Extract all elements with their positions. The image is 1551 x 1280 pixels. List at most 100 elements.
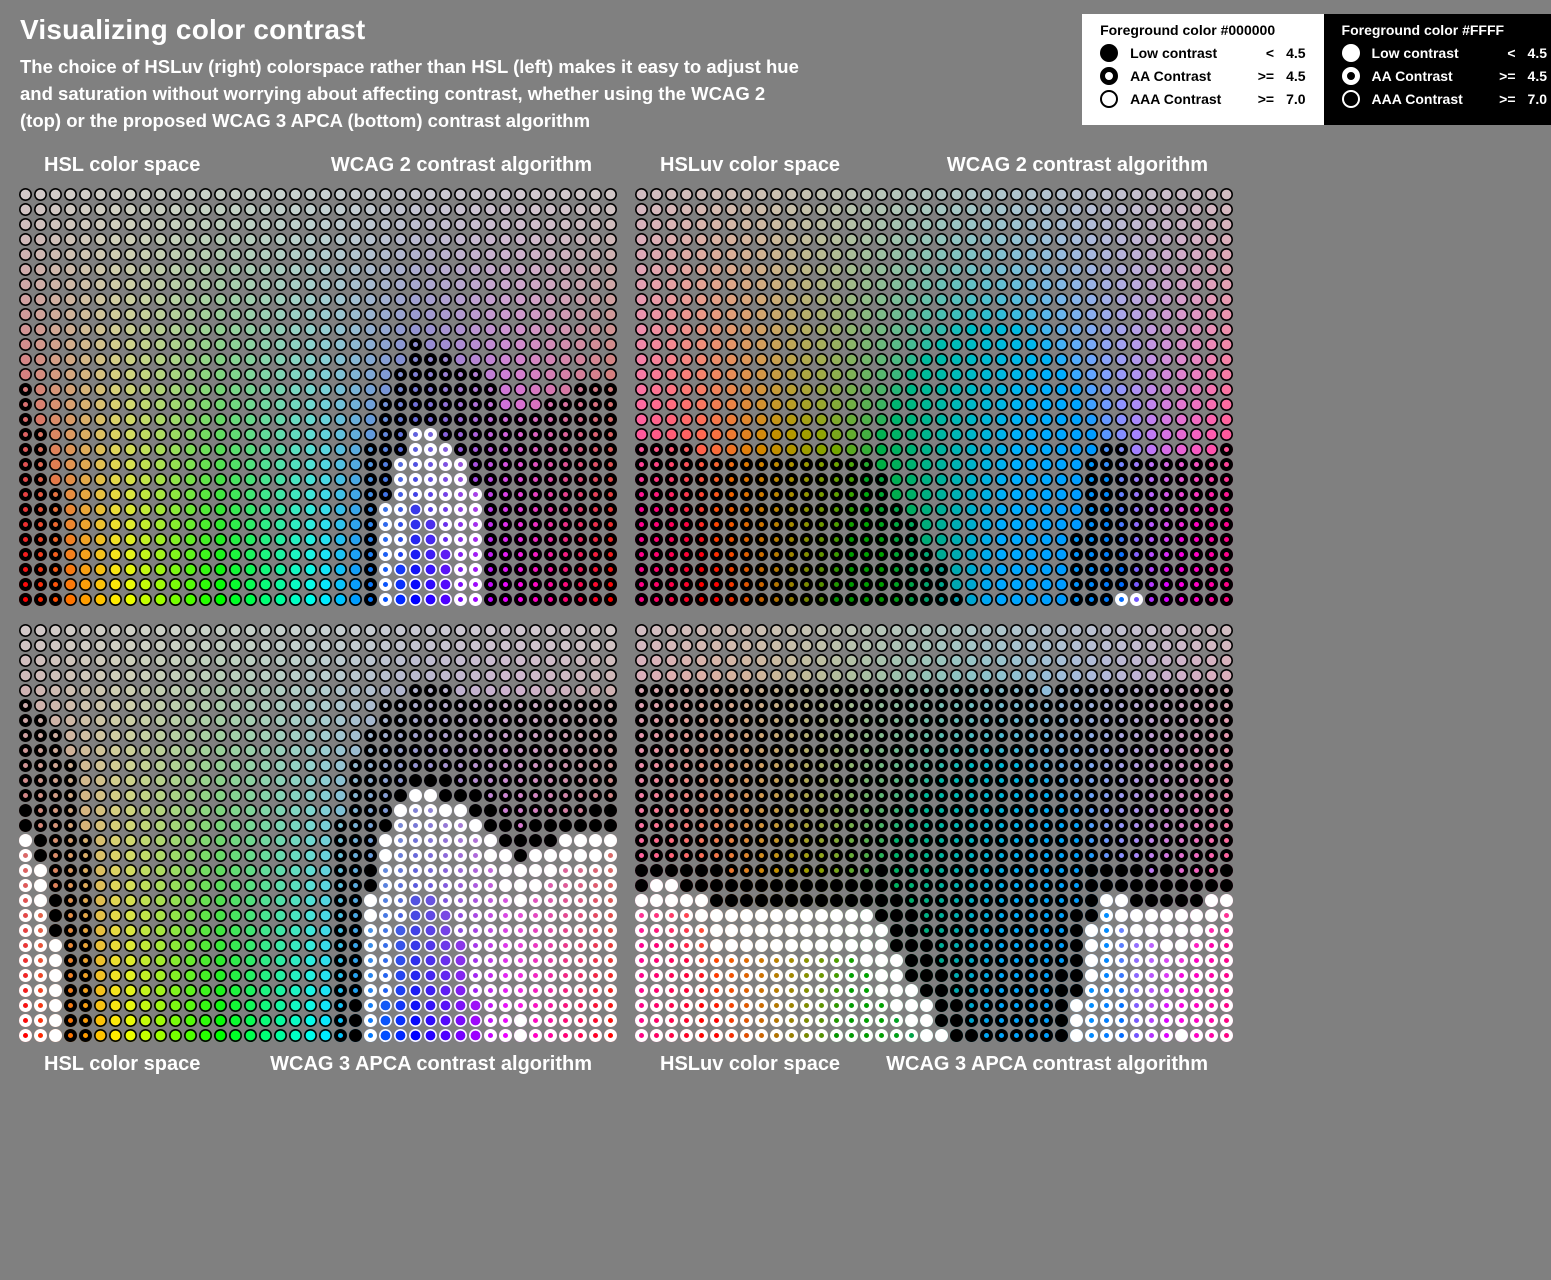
swatch bbox=[815, 563, 828, 576]
swatch bbox=[920, 669, 933, 682]
swatch bbox=[409, 563, 422, 576]
swatch bbox=[1130, 278, 1143, 291]
swatch bbox=[980, 278, 993, 291]
swatch bbox=[1205, 909, 1218, 922]
swatch bbox=[589, 263, 602, 276]
swatch bbox=[1025, 714, 1038, 727]
swatch bbox=[574, 894, 587, 907]
swatch bbox=[169, 443, 182, 456]
swatch bbox=[469, 999, 482, 1012]
swatch bbox=[94, 669, 107, 682]
swatch bbox=[665, 488, 678, 501]
swatch bbox=[514, 353, 527, 366]
swatch bbox=[19, 684, 32, 697]
swatch bbox=[304, 939, 317, 952]
swatch bbox=[304, 323, 317, 336]
swatch bbox=[214, 969, 227, 982]
swatch bbox=[1100, 909, 1113, 922]
swatch bbox=[1160, 443, 1173, 456]
swatch bbox=[79, 218, 92, 231]
swatch bbox=[139, 443, 152, 456]
swatch bbox=[1040, 263, 1053, 276]
swatch bbox=[680, 518, 693, 531]
swatch bbox=[800, 218, 813, 231]
swatch bbox=[800, 684, 813, 697]
swatch bbox=[875, 924, 888, 937]
swatch bbox=[79, 969, 92, 982]
swatch bbox=[785, 383, 798, 396]
swatch bbox=[439, 353, 452, 366]
swatch bbox=[665, 819, 678, 832]
swatch bbox=[860, 308, 873, 321]
swatch bbox=[800, 398, 813, 411]
swatch bbox=[439, 669, 452, 682]
swatch bbox=[484, 669, 497, 682]
swatch bbox=[19, 458, 32, 471]
swatch bbox=[499, 593, 512, 606]
swatch bbox=[1055, 428, 1068, 441]
swatch bbox=[1100, 669, 1113, 682]
swatch bbox=[409, 278, 422, 291]
swatch bbox=[394, 503, 407, 516]
swatch bbox=[499, 263, 512, 276]
swatch bbox=[439, 338, 452, 351]
swatch bbox=[79, 443, 92, 456]
swatch bbox=[1130, 248, 1143, 261]
swatch bbox=[785, 308, 798, 321]
swatch bbox=[1070, 368, 1083, 381]
swatch bbox=[184, 789, 197, 802]
swatch bbox=[695, 1014, 708, 1027]
swatch bbox=[94, 819, 107, 832]
swatch bbox=[1145, 398, 1158, 411]
swatch bbox=[214, 864, 227, 877]
swatch bbox=[980, 338, 993, 351]
swatch bbox=[740, 759, 753, 772]
swatch bbox=[680, 593, 693, 606]
swatch bbox=[875, 428, 888, 441]
swatch bbox=[439, 759, 452, 772]
swatch bbox=[980, 428, 993, 441]
swatch bbox=[469, 1029, 482, 1042]
swatch bbox=[1220, 578, 1233, 591]
swatch bbox=[905, 218, 918, 231]
swatch bbox=[935, 939, 948, 952]
swatch bbox=[589, 864, 602, 877]
swatch bbox=[229, 954, 242, 967]
swatch bbox=[1040, 894, 1053, 907]
swatch bbox=[800, 263, 813, 276]
swatch bbox=[1175, 248, 1188, 261]
swatch bbox=[740, 458, 753, 471]
swatch bbox=[334, 984, 347, 997]
swatch bbox=[905, 954, 918, 967]
swatch bbox=[920, 774, 933, 787]
swatch bbox=[1025, 548, 1038, 561]
swatch bbox=[950, 774, 963, 787]
swatch bbox=[710, 368, 723, 381]
swatch bbox=[49, 473, 62, 486]
swatch bbox=[349, 624, 362, 637]
swatch bbox=[800, 443, 813, 456]
swatch bbox=[920, 954, 933, 967]
swatch bbox=[514, 503, 527, 516]
swatch bbox=[334, 774, 347, 787]
swatch bbox=[124, 864, 137, 877]
swatch bbox=[1175, 669, 1188, 682]
swatch bbox=[589, 894, 602, 907]
swatch bbox=[64, 398, 77, 411]
swatch bbox=[439, 593, 452, 606]
swatch bbox=[394, 278, 407, 291]
swatch bbox=[79, 684, 92, 697]
swatch bbox=[604, 458, 617, 471]
swatch bbox=[755, 909, 768, 922]
swatch bbox=[49, 323, 62, 336]
swatch bbox=[905, 804, 918, 817]
swatch bbox=[259, 1014, 272, 1027]
swatch bbox=[725, 338, 738, 351]
swatch bbox=[980, 458, 993, 471]
swatch bbox=[439, 278, 452, 291]
swatch bbox=[184, 593, 197, 606]
swatch bbox=[1085, 428, 1098, 441]
swatch bbox=[469, 939, 482, 952]
swatch bbox=[259, 924, 272, 937]
swatch bbox=[64, 1029, 77, 1042]
